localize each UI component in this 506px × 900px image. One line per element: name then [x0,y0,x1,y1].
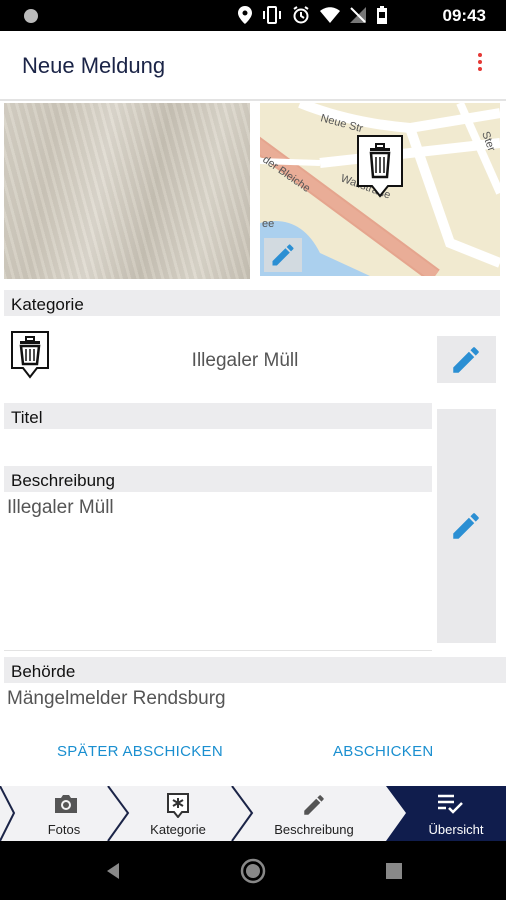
titel-header: Titel [4,403,432,429]
pencil-icon [453,513,479,539]
trash-category-icon [11,331,49,379]
photo-thumbnail[interactable] [4,103,250,279]
camera-icon [55,795,77,813]
text-edit-button[interactable] [437,409,496,643]
pencil-icon [272,244,294,266]
nav-kategorie[interactable]: Kategorie [128,786,228,841]
status-bar: 09:43 [0,0,506,31]
alarm-icon [293,6,309,24]
notification-icon [24,9,38,23]
app-bar: Neue Meldung [0,31,506,101]
divider [4,650,432,651]
clock: 09:43 [442,6,486,25]
battery-icon [377,6,387,24]
page-title: Neue Meldung [22,53,166,78]
home-icon[interactable] [240,858,266,884]
map-water-label: ee [262,218,274,230]
vibrate-icon [263,6,281,24]
nav-label: Übersicht [428,822,484,837]
beschreibung-header: Beschreibung [4,466,432,492]
wifi-icon [320,7,340,23]
kategorie-value: Illegaler Müll [191,350,299,371]
map-marker-icon [357,135,403,198]
map-edit-button[interactable] [264,238,302,272]
nav-beschreibung[interactable]: Beschreibung [252,786,376,841]
send-button[interactable]: ABSCHICKEN [333,743,434,760]
recents-icon[interactable] [385,862,403,880]
nav-fotos[interactable]: Fotos [14,786,114,841]
category-icon [167,793,189,818]
nav-label: Fotos [47,822,81,837]
behoerde-value: Mängelmelder Rendsburg [7,688,226,709]
nav-label: Beschreibung [274,822,354,837]
pencil-icon [304,795,324,815]
checklist-icon [438,794,463,814]
send-later-button[interactable]: SPÄTER ABSCHICKEN [57,743,223,760]
location-map[interactable]: Neue Str Wallstraße der Bleiche Ster ee [260,103,500,276]
kategorie-header: Kategorie [4,290,500,316]
kategorie-edit-button[interactable] [437,336,496,383]
no-signal-icon [350,7,366,23]
overflow-menu-icon[interactable] [478,53,484,77]
beschreibung-value: Illegaler Müll [7,497,114,518]
location-icon [238,6,252,24]
system-navigation-bar [0,841,506,900]
nav-uebersicht[interactable]: Übersicht [406,786,506,841]
nav-label: Kategorie [150,822,206,837]
behoerde-header: Behörde [4,657,506,683]
status-icons [238,6,388,24]
step-navigation: Fotos Kategorie Beschreibung Übersicht [0,786,506,841]
back-icon[interactable] [103,861,123,881]
pencil-icon [453,347,479,373]
